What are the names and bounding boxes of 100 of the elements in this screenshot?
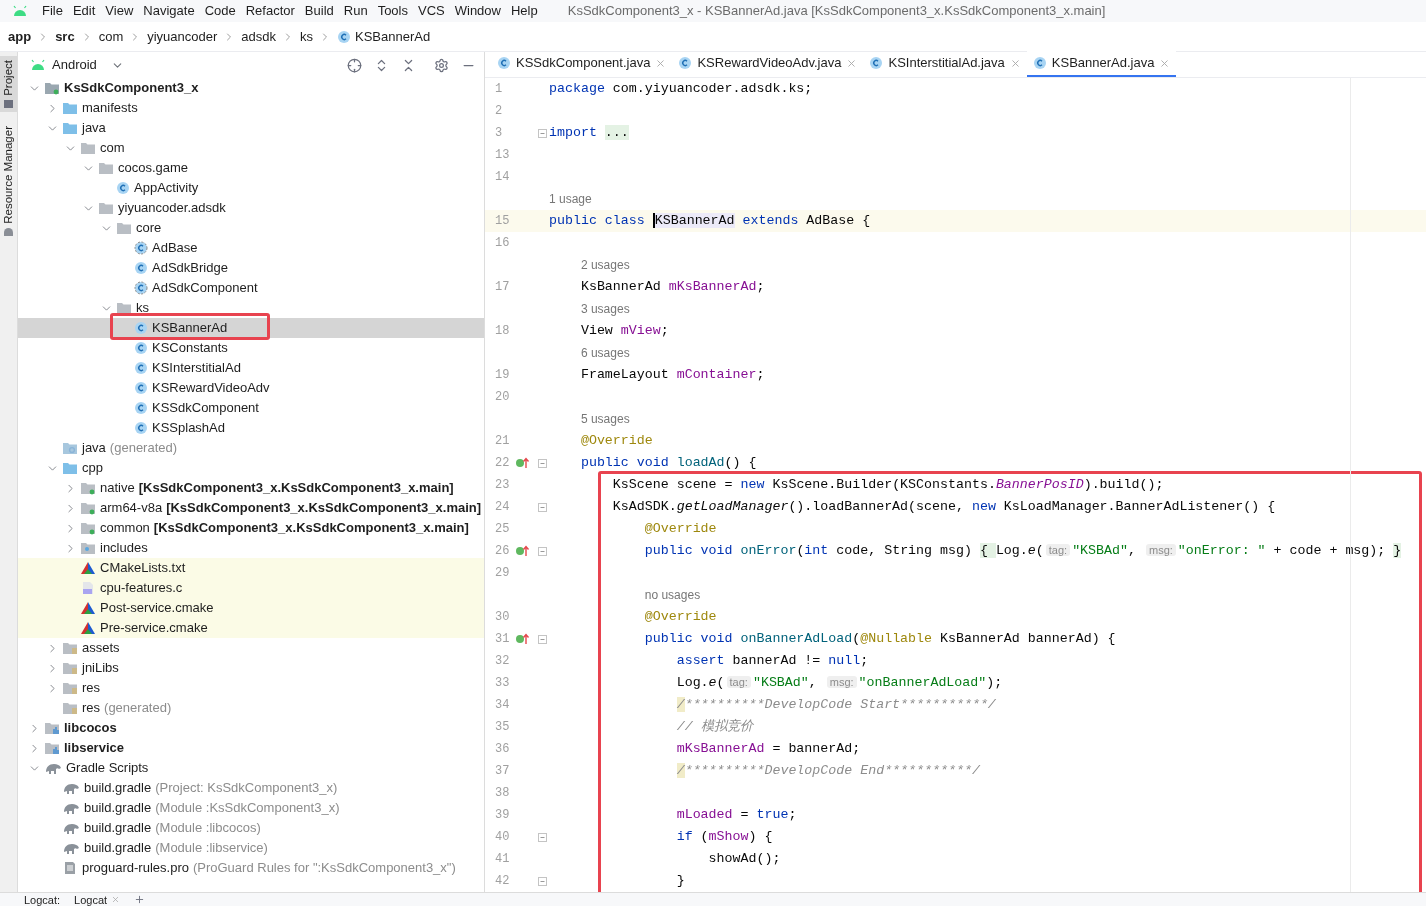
tool-window-tab[interactable]: Project <box>0 56 17 112</box>
tree-item[interactable]: Pre-service.cmake <box>18 618 484 638</box>
menu-item[interactable]: Build <box>304 1 334 21</box>
class-icon <box>1032 56 1047 70</box>
tree-item[interactable]: AppActivity <box>18 178 484 198</box>
menu-item[interactable]: Run <box>343 1 368 21</box>
tree-item[interactable]: build.gradle (Module :libservice) <box>18 838 484 858</box>
class-icon <box>497 56 511 70</box>
close-icon[interactable] <box>846 57 858 69</box>
editor-tab[interactable]: KSInterstitialAd.java <box>863 51 1027 77</box>
tree-item[interactable]: build.gradle (Project: KsSdkComponent3_x) <box>18 778 484 798</box>
tree-item[interactable]: java (generated) <box>18 438 484 458</box>
tree-item[interactable]: build.gradle (Module :KsSdkComponent3_x) <box>18 798 484 818</box>
code-line: View mView; <box>579 322 669 341</box>
menu-item[interactable]: VCS <box>418 1 445 21</box>
menu-item[interactable]: Code <box>204 1 236 21</box>
native-folder-icon <box>80 501 96 515</box>
tree-item[interactable]: KSSplashAd <box>18 418 484 438</box>
menu-item[interactable]: View <box>105 1 134 21</box>
tree-item[interactable]: common [KsSdkComponent3_x.KsSdkComponent3_x.main] <box>18 518 484 538</box>
tree-item[interactable]: java <box>18 118 484 138</box>
close-icon[interactable] <box>1009 57 1021 69</box>
tree-item[interactable]: res <box>18 678 484 698</box>
logcat-tab[interactable]: Logcat <box>74 893 121 906</box>
tree-item[interactable]: cpp <box>18 458 484 478</box>
usage-hint[interactable]: 3 usages <box>580 300 630 318</box>
tree-item[interactable]: jniLibs <box>18 658 484 678</box>
tree-item[interactable]: build.gradle (Module :libcocos) <box>18 818 484 838</box>
editor-tab[interactable]: KSBannerAd.java <box>1026 51 1177 77</box>
editor-tab[interactable]: KSSdkComponent.java <box>491 51 673 77</box>
tree-item[interactable]: arm64-v8a [KsSdkComponent3_x.KsSdkComponent3_x.main] <box>18 498 484 518</box>
window-title: KsSdkComponent3_x - KSBannerAd.java [KsSdkComponent3_x.KsSdkComponent3_x.main] <box>567 2 1106 21</box>
line-number: 1 <box>494 81 504 98</box>
breadcrumb-item[interactable]: ks <box>300 26 314 47</box>
code-line: KsAdSDK.getLoadManager().loadBannerAd(scene, new KsLoadManager.BannerAdListener() { <box>611 498 1276 517</box>
tree-item[interactable]: libcocos <box>18 718 484 738</box>
add-icon[interactable] <box>134 894 146 905</box>
editor-tab[interactable]: KSRewardVideoAdv.java <box>672 51 864 77</box>
tree-item[interactable]: KsSdkComponent3_x <box>18 78 484 98</box>
tree-item[interactable]: includes <box>18 538 484 558</box>
override-icon[interactable] <box>515 633 531 645</box>
menu-item[interactable]: File <box>42 1 63 21</box>
usage-hint[interactable]: no usages <box>644 586 701 604</box>
tree-item[interactable]: KSConstants <box>18 338 484 358</box>
usage-hint[interactable]: 1 usage <box>549 190 592 208</box>
usage-hint[interactable]: 5 usages <box>580 410 630 428</box>
tree-item[interactable]: cocos.game <box>18 158 484 178</box>
tree-item[interactable]: KSSdkComponent <box>18 398 484 418</box>
tree-item[interactable]: cpu-features.c <box>18 578 484 598</box>
fold-icon[interactable] <box>537 876 547 886</box>
menu-item[interactable]: Edit <box>72 1 96 21</box>
tree-item[interactable]: AdSdkBridge <box>18 258 484 278</box>
usage-hint[interactable]: 6 usages <box>580 344 630 362</box>
tree-item[interactable]: core <box>18 218 484 238</box>
fold-icon[interactable] <box>537 128 547 138</box>
breadcrumb-item[interactable]: KSBannerAd <box>337 26 431 47</box>
line-number: 37 <box>494 763 511 780</box>
menu-item[interactable]: Navigate <box>143 1 195 21</box>
breadcrumb-item[interactable]: yiyuancoder <box>147 26 218 47</box>
close-icon[interactable] <box>1159 57 1171 69</box>
override-icon[interactable] <box>515 457 531 469</box>
locate-icon[interactable] <box>347 57 362 73</box>
view-dropdown[interactable]: Android <box>30 55 124 75</box>
tree-item[interactable]: KSBannerAd <box>18 318 484 338</box>
menu-item[interactable]: Window <box>454 1 501 21</box>
tree-item[interactable]: KSInterstitialAd <box>18 358 484 378</box>
tree-item[interactable]: libservice <box>18 738 484 758</box>
breadcrumb-item[interactable]: adsdk <box>241 26 277 47</box>
close-icon[interactable] <box>111 895 121 904</box>
settings-icon[interactable] <box>434 57 449 73</box>
tree-item[interactable]: com <box>18 138 484 158</box>
tree-item[interactable]: Gradle Scripts <box>18 758 484 778</box>
fold-icon[interactable] <box>537 458 547 468</box>
breadcrumb-item[interactable]: src <box>55 26 75 47</box>
override-icon[interactable] <box>515 545 531 557</box>
tool-window-tab[interactable]: Resource Manager <box>0 121 17 240</box>
close-icon[interactable] <box>655 57 667 69</box>
fold-icon[interactable] <box>537 502 547 512</box>
fold-icon[interactable] <box>537 634 547 644</box>
tree-item[interactable]: CMakeLists.txt <box>18 558 484 578</box>
menu-item[interactable]: Tools <box>377 1 408 21</box>
menu-item[interactable]: Refactor <box>245 1 295 21</box>
tree-item[interactable]: manifests <box>18 98 484 118</box>
tree-item[interactable]: assets <box>18 638 484 658</box>
breadcrumb-item[interactable]: app <box>8 26 32 47</box>
line-number: 24 <box>494 499 511 516</box>
tree-item[interactable]: ks <box>18 298 484 318</box>
tree-item[interactable]: AdBase <box>18 238 484 258</box>
tree-item[interactable]: proguard-rules.pro (ProGuard Rules for ":KsSdkComponent3_x") <box>18 858 484 878</box>
tree-item[interactable]: KSRewardVideoAdv <box>18 378 484 398</box>
tree-item[interactable]: Post-service.cmake <box>18 598 484 618</box>
usage-hint[interactable]: 2 usages <box>580 256 630 274</box>
tree-item[interactable]: AdSdkComponent <box>18 278 484 298</box>
tree-item[interactable]: native [KsSdkComponent3_x.KsSdkComponent3_x.main] <box>18 478 484 498</box>
breadcrumb-item[interactable]: com <box>98 26 124 47</box>
fold-icon[interactable] <box>537 546 547 556</box>
tree-item[interactable]: yiyuancoder.adsdk <box>18 198 484 218</box>
tree-item[interactable]: res (generated) <box>18 698 484 718</box>
menu-item[interactable]: Help <box>510 1 538 21</box>
fold-icon[interactable] <box>537 832 547 842</box>
